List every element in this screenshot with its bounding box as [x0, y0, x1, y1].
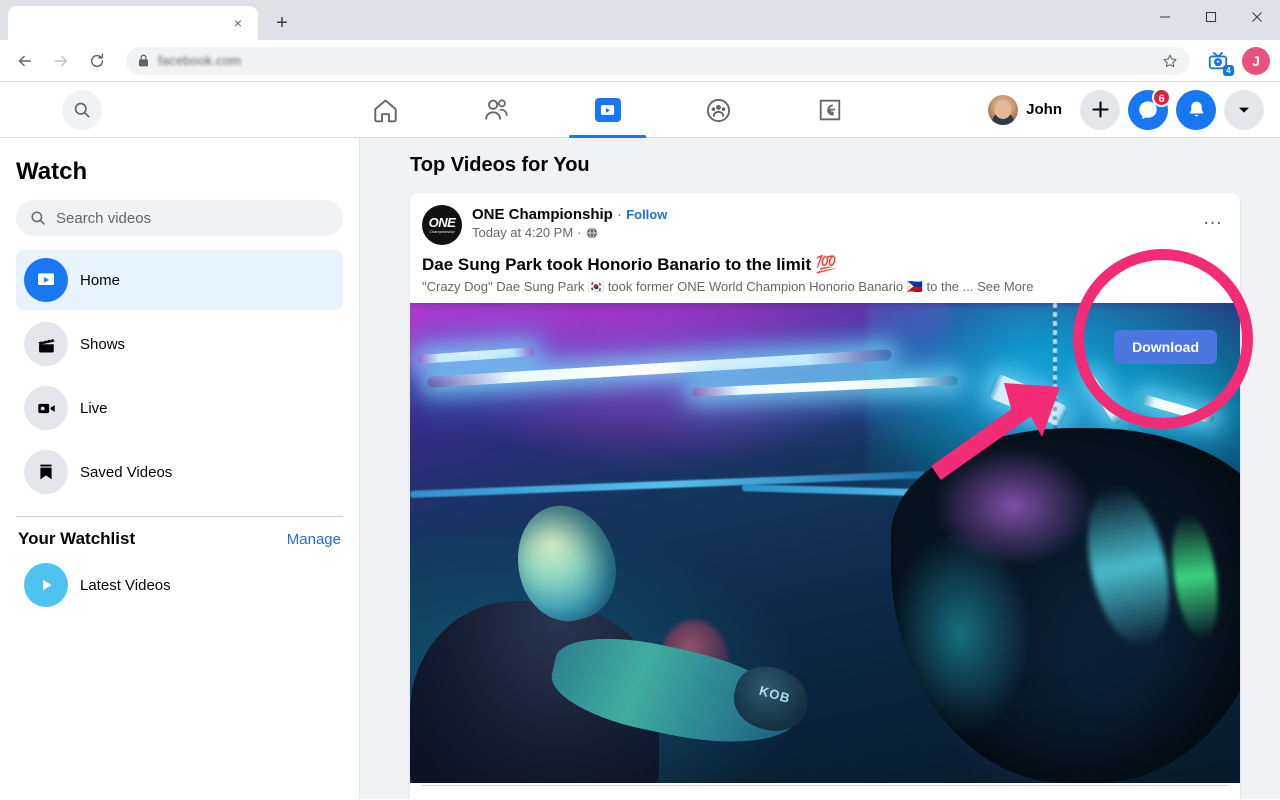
sidebar-item-label: Saved Videos: [80, 463, 173, 481]
video-thumbnail-image: KOB: [410, 303, 1240, 783]
search-icon[interactable]: [62, 89, 102, 130]
see-more-link[interactable]: See More: [977, 279, 1033, 294]
window-controls: [1142, 0, 1280, 34]
live-camera-icon: [24, 386, 68, 430]
follow-link[interactable]: Follow: [626, 207, 667, 222]
create-button[interactable]: [1080, 89, 1120, 130]
share-button[interactable]: Share: [623, 794, 716, 799]
profile-name: John: [1026, 101, 1062, 118]
close-window-button[interactable]: [1234, 0, 1280, 34]
bookmark-icon: [24, 450, 68, 494]
browser-titlebar: × +: [0, 0, 1280, 40]
post-meta-line-1: ONE Championship · Follow: [472, 205, 667, 224]
messenger-button[interactable]: 6: [1128, 87, 1171, 130]
sidebar-divider: [16, 516, 343, 517]
sidebar-item-shows[interactable]: Shows: [16, 314, 343, 374]
post-meta-line-2: Today at 4:20 PM ·: [472, 225, 667, 240]
post-footer: Like Comment Share: [410, 783, 1240, 799]
post-description-text: "Crazy Dog" Dae Sung Park 🇰🇷 took former…: [422, 279, 974, 294]
video-post-card: ONE Championship ONE Championship · Foll…: [410, 193, 1240, 799]
search-videos-placeholder: Search videos: [56, 209, 152, 227]
nav-tab-groups[interactable]: [663, 82, 774, 138]
address-bar-url: facebook.com: [158, 53, 242, 68]
watch-video-icon: [594, 98, 621, 122]
lock-icon: [138, 54, 149, 67]
minimize-button[interactable]: [1142, 0, 1188, 34]
post-description: "Crazy Dog" Dae Sung Park 🇰🇷 took former…: [410, 275, 1240, 303]
sidebar-item-live[interactable]: Live: [16, 378, 343, 438]
meta-separator: ·: [577, 225, 582, 240]
sidebar-item-label: Shows: [80, 335, 126, 353]
watchlist-header: Your Watchlist Manage: [16, 529, 343, 555]
back-arrow-icon[interactable]: [10, 46, 40, 76]
comment-button[interactable]: Comment: [504, 794, 623, 799]
header-right-actions: John 6: [984, 87, 1264, 130]
reload-icon[interactable]: [82, 46, 112, 76]
watchlist-item-latest-videos[interactable]: Latest Videos: [16, 555, 343, 615]
play-circle-icon: [24, 563, 68, 607]
watch-sidebar: Watch Search videos Home Shows Live Save…: [0, 138, 360, 799]
notifications-button[interactable]: [1176, 89, 1216, 130]
watch-home-icon: [24, 258, 68, 302]
search-videos-input[interactable]: Search videos: [16, 200, 343, 236]
address-bar[interactable]: facebook.com: [126, 46, 1190, 75]
sidebar-item-home[interactable]: Home: [16, 250, 343, 310]
browser-profile-avatar[interactable]: J: [1242, 46, 1270, 75]
search-icon: [30, 210, 46, 226]
nav-tab-home[interactable]: [330, 82, 441, 138]
sidebar-item-saved-videos[interactable]: Saved Videos: [16, 442, 343, 502]
extension-badge: 4: [1223, 64, 1234, 76]
video-feed: Top Videos for You ONE Championship ONE …: [360, 138, 1280, 799]
bag-chain: [1053, 303, 1058, 447]
avatar: [988, 94, 1019, 125]
page-title: Watch: [16, 158, 88, 185]
post-header: ONE Championship ONE Championship · Foll…: [410, 193, 1240, 245]
download-button[interactable]: Download: [1114, 330, 1217, 364]
globe-icon: [586, 227, 598, 239]
sidebar-item-label: Home: [80, 271, 121, 289]
footer-divider: [422, 785, 1228, 786]
new-tab-button[interactable]: +: [268, 9, 296, 37]
clapperboard-icon: [24, 322, 68, 366]
nav-tab-watch[interactable]: [552, 82, 663, 138]
more-options-icon[interactable]: …: [1196, 201, 1230, 235]
page-logo-avatar[interactable]: ONE Championship: [422, 205, 462, 245]
profile-button[interactable]: John: [984, 91, 1072, 129]
nav-tab-gaming[interactable]: [774, 82, 885, 138]
header-search[interactable]: [0, 89, 102, 130]
sidebar-item-label: Live: [80, 399, 108, 417]
nav-tab-friends[interactable]: [441, 82, 552, 138]
watchlist-item-label: Latest Videos: [80, 576, 171, 594]
maximize-button[interactable]: [1188, 0, 1234, 34]
post-timestamp[interactable]: Today at 4:20 PM: [472, 225, 573, 240]
facebook-header: John 6: [0, 82, 1280, 138]
page-logo-subtext: Championship: [429, 229, 455, 234]
manage-watchlist-link[interactable]: Manage: [287, 531, 341, 548]
feed-heading: Top Videos for You: [410, 154, 590, 176]
header-nav-tabs: [330, 82, 885, 138]
extension-icon[interactable]: 4: [1204, 47, 1234, 76]
video-thumbnail[interactable]: KOB Download: [410, 303, 1240, 783]
post-action-row: Like Comment Share: [422, 788, 1228, 799]
page-body: Watch Search videos Home Shows Live Save…: [0, 138, 1280, 799]
meta-separator: ·: [617, 206, 623, 223]
messenger-badge: 6: [1152, 87, 1171, 107]
forward-arrow-icon[interactable]: [46, 46, 76, 76]
page-logo-text: ONE: [428, 214, 456, 230]
watchlist-title: Your Watchlist: [18, 529, 136, 548]
bookmark-star-icon[interactable]: [1162, 53, 1178, 69]
account-menu-button[interactable]: [1224, 89, 1264, 130]
post-page-name[interactable]: ONE Championship: [472, 206, 613, 223]
browser-tab[interactable]: ×: [8, 6, 258, 40]
post-meta: ONE Championship · Follow Today at 4:20 …: [472, 205, 667, 240]
tab-close-icon[interactable]: ×: [228, 13, 248, 33]
like-button[interactable]: Like: [422, 794, 504, 799]
browser-toolbar: facebook.com 4 J: [0, 40, 1280, 82]
post-title: Dae Sung Park took Honorio Banario to th…: [422, 255, 838, 274]
